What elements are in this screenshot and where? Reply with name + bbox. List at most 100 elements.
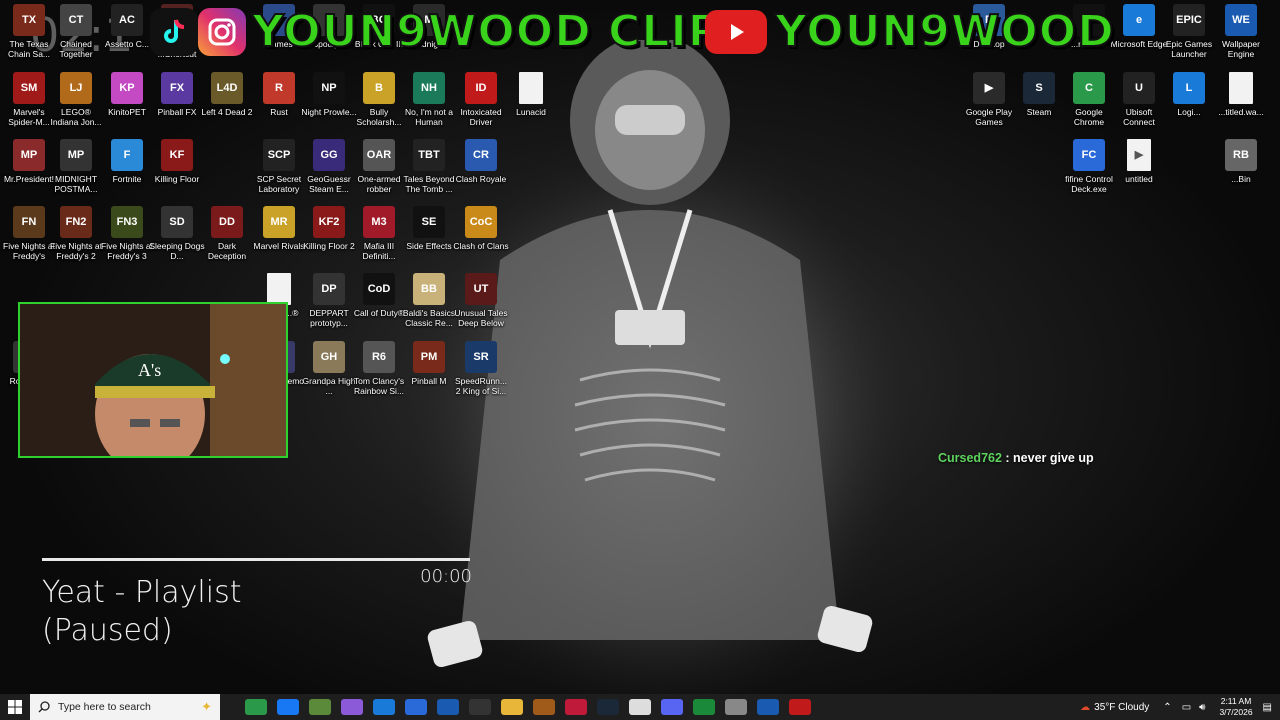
discord-icon[interactable] [661,699,683,715]
store-icon[interactable] [405,699,427,715]
network-icon[interactable]: ▭ [1182,702,1191,713]
not-human-icon: NH [413,72,445,104]
progress-bar[interactable] [42,558,470,561]
fnaf-icon: FN [13,206,45,238]
desktop-icon[interactable]: L4D Left 4 Dead 2 [198,72,256,117]
taskbar-search[interactable]: Type here to search ✦ [30,694,220,720]
minecraft-icon[interactable] [309,699,331,715]
desktop-icon-label: ...Bin [1231,174,1251,184]
file-icon [1229,72,1253,104]
desktop-icon-label: Logi... [1177,107,1201,117]
night-prowler-icon: NP [313,72,345,104]
chrome-icon: C [1073,72,1105,104]
desktop-icon[interactable]: TBT Tales Beyond The Tomb ... [400,139,458,194]
desktop-icon[interactable]: BB Baldi's Basics Classic Re... [400,273,458,328]
desktop-icon-label: Unusual Tales Deep Below [454,308,508,328]
taskbar: Type here to search ✦ ☁ 35°F Cloudy ⌃ ▭ … [0,694,1280,720]
obs-icon[interactable] [469,699,491,715]
clock[interactable]: 2:11 AM 3/7/2026 [1219,696,1252,718]
desktop-icon[interactable]: EPIC Epic Games Launcher [1160,4,1218,59]
desktop-icon[interactable]: DD Dark Deception [198,206,256,261]
rainbow-six-icon[interactable] [789,699,811,715]
brand-title-left: YOUN9WOOD CLIPS [251,5,754,58]
wallpaper-engine-icon[interactable] [757,699,779,715]
desktop-icon-label: Five Nights at Freddy's 2 [50,241,102,261]
desktop-icon-label: Side Effects [406,241,452,251]
desktop-icon[interactable]: CR Clash Royale [452,139,510,184]
intoxicated-driver-icon: ID [465,72,497,104]
rust-icon: R [263,72,295,104]
desktop-icon-label: Baldi's Basics Classic Re... [402,308,456,328]
track-time: 00:00 [420,566,472,587]
file-explorer-icon[interactable] [501,699,523,715]
clash-of-clans-icon: CoC [465,206,497,238]
desktop-icon[interactable]: CT Chained Together [47,4,105,59]
deppart-icon: DP [313,273,345,305]
desktop-icon-label: Epic Games Launcher [1165,39,1213,59]
desktop-icon[interactable]: CoC Clash of Clans [452,206,510,251]
untitled-video-icon: ▶ [1127,139,1151,171]
dark-deception-icon: DD [211,206,243,238]
game-icon[interactable] [533,699,555,715]
rainbow-six-icon: R6 [363,341,395,373]
desktop-icon[interactable]: WE Wallpaper Engine [1212,4,1270,59]
bully-icon: B [363,72,395,104]
texas-chainsaw-icon: TX [13,4,45,36]
desktop-icon[interactable]: MP MIDNIGHT POSTMA... [47,139,105,194]
weather-text[interactable]: 35°F Cloudy [1094,702,1149,713]
fnaf3-icon: FN3 [111,206,143,238]
photos-icon[interactable] [725,699,747,715]
chained-together-icon: CT [60,4,92,36]
volume-icon[interactable]: 🔊︎ [1199,702,1205,713]
desktop-icon[interactable]: SE Side Effects [400,206,458,251]
left4dead-icon: L4D [211,72,243,104]
desktop-icon[interactable]: NH No, I'm not a Human [400,72,458,127]
search-highlight-icon: ✦ [201,699,212,714]
fnaf2-icon: FN2 [60,206,92,238]
taskbar-apps [240,699,816,715]
xbox-icon[interactable] [693,699,715,715]
desktop-icon-label: Wallpaper Engine [1222,39,1260,59]
capcut-icon[interactable] [565,699,587,715]
desktop-icon[interactable]: L Logi... [1160,72,1218,117]
file-icon [519,72,543,104]
speedrunners-icon: SR [465,341,497,373]
unusual-tales-icon: UT [465,273,497,305]
notepad-icon[interactable] [629,699,651,715]
pinball-m-icon: PM [413,341,445,373]
edge-icon[interactable] [373,699,395,715]
chevron-up-icon[interactable]: ⌃ [1163,702,1171,713]
desktop-icon-label: MIDNIGHT POSTMA... [54,174,98,194]
chrome-icon[interactable] [245,699,267,715]
start-button[interactable] [0,694,30,720]
youtube-icon [705,10,767,54]
geoguessr-icon: GG [313,139,345,171]
desktop-icon[interactable]: PM Pinball M [400,341,458,386]
call-of-duty-icon: CoD [363,273,395,305]
desktop-icon[interactable]: KF Killing Floor [148,139,206,184]
desktop-icon[interactable]: UT Unusual Tales Deep Below [452,273,510,328]
facebook-icon[interactable] [277,699,299,715]
weather-icon: ☁ [1080,701,1091,713]
desktop-icon[interactable]: RB ...Bin [1212,139,1270,184]
steam-icon[interactable] [597,699,619,715]
desktop-icon-label: Left 4 Dead 2 [201,107,253,117]
fortnite-icon: F [111,139,143,171]
desktop-icon[interactable]: ▶ untitled [1110,139,1168,184]
assetto-corsa-icon: AC [111,4,143,36]
mail-icon[interactable] [437,699,459,715]
grandpa-icon: GH [313,341,345,373]
recycle-bin-icon: RB [1225,139,1257,171]
desktop-icon[interactable]: FN2 Five Nights at Freddy's 2 [47,206,105,261]
instagram-icon [198,8,246,56]
stream-banner: YOUN9WOOD CLIPS YOUN9WOOD [150,0,1115,64]
logi-icon: L [1173,72,1205,104]
desktop-icon[interactable]: Lunacid [502,72,560,117]
desktop-icon[interactable]: ...titled.wa... [1212,72,1270,117]
notification-icon[interactable]: ▤ [1263,702,1272,713]
desktop-icon[interactable]: LJ LEGO® Indiana Jon... [47,72,105,127]
copilot-icon[interactable] [341,699,363,715]
baldi-icon: BB [413,273,445,305]
desktop-icon[interactable]: SR SpeedRunn... 2 King of Si... [452,341,510,396]
clock-date: 3/7/2026 [1219,707,1253,717]
